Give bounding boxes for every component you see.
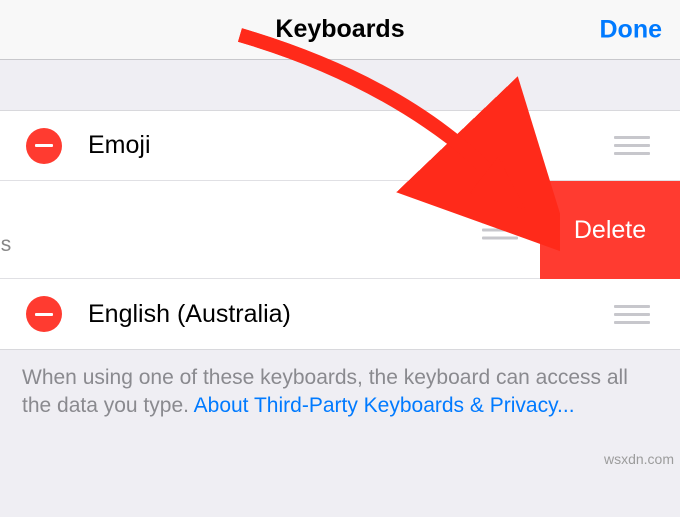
drag-handle-icon[interactable] [480,220,520,239]
section-footer: When using one of these keyboards, the k… [0,350,680,435]
remove-icon[interactable] [26,128,62,164]
list-item-label: English (Australia) [88,300,612,329]
delete-button[interactable]: Delete [540,181,680,279]
list-item-content: oard tiple languages [0,181,11,278]
drag-handle-icon[interactable] [612,136,652,155]
list-item-label: Emoji [88,131,612,160]
keyboards-list: Emoji oard tiple languages Delete Englis… [0,110,680,350]
list-item-label: oard [0,202,11,231]
remove-icon[interactable] [26,296,62,332]
list-item-subtitle: tiple languages [0,233,11,257]
section-spacer [0,60,680,110]
drag-handle-icon[interactable] [612,305,652,324]
page-title: Keyboards [275,15,404,44]
list-item[interactable]: English (Australia) [0,279,680,349]
list-item[interactable]: Emoji [0,111,680,181]
privacy-link[interactable]: About Third-Party Keyboards & Privacy... [194,394,575,417]
navigation-bar: Keyboards Done [0,0,680,60]
watermark: wsxdn.com [604,451,674,467]
list-item-swiped[interactable]: oard tiple languages Delete [0,181,680,279]
done-button[interactable]: Done [600,15,663,44]
